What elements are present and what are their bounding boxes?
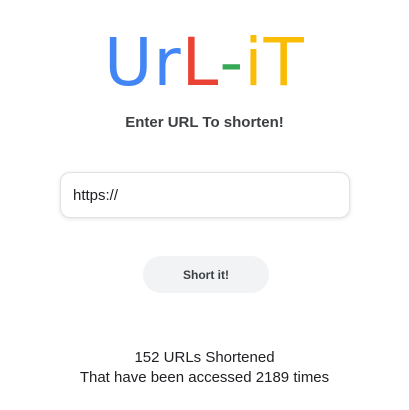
logo-letter-r: r [153, 24, 182, 101]
url-input[interactable] [60, 172, 350, 218]
logo-letter-l: L [181, 24, 220, 101]
stats-summary: 152 URLs Shortened That have been access… [0, 348, 409, 388]
short-it-button[interactable]: Short it! [143, 256, 269, 293]
logo: UrL-iT [0, 28, 409, 98]
access-count: That have been accessed 2189 times [79, 369, 330, 386]
url-shortener-page: UrL-iT Enter URL To shorten! Short it! 1… [0, 0, 409, 410]
urls-shortened-count: 152 URLs Shortened [134, 349, 275, 366]
logo-letter-u: U [104, 24, 154, 101]
logo-letter-t: T [263, 24, 305, 101]
page-subtitle: Enter URL To shorten! [125, 114, 284, 131]
logo-letter-i: i [244, 24, 264, 101]
logo-letter-dash: - [219, 24, 245, 101]
